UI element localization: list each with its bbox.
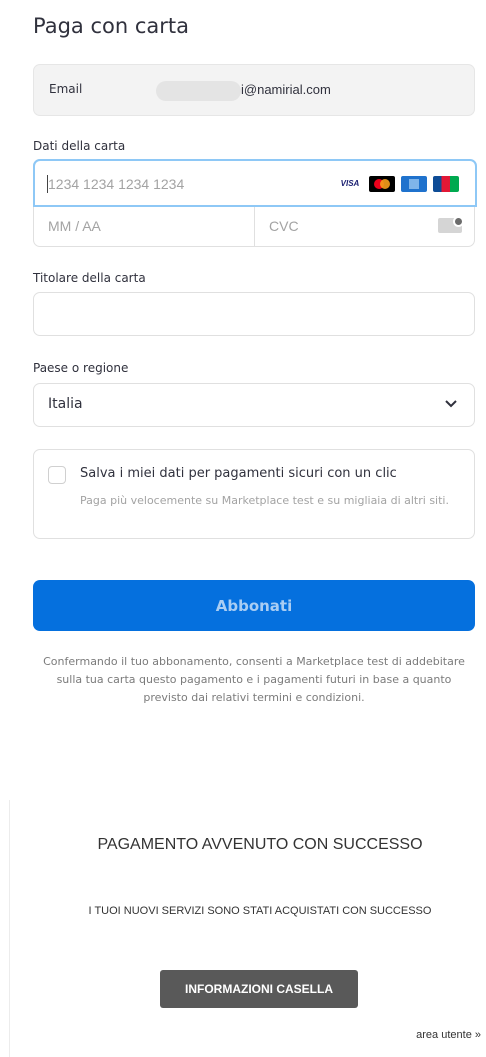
card-details-label: Dati della carta (33, 139, 126, 153)
card-details-box: VISA (33, 159, 477, 247)
amex-icon (401, 176, 427, 192)
card-number-input[interactable] (48, 173, 308, 195)
expiry-input[interactable] (48, 215, 238, 237)
terms-text: Confermando il tuo abbonamento, consenti… (43, 655, 465, 704)
card-field-divider (254, 207, 255, 247)
cvc-input[interactable] (269, 215, 419, 237)
country-label: Paese o regione (33, 361, 129, 375)
country-select[interactable]: Italia (33, 383, 475, 427)
cardholder-label: Titolare della carta (33, 271, 146, 285)
chevron-down-icon (445, 400, 457, 408)
email-label: Email (49, 82, 83, 96)
success-message: I TUOI NUOVI SERVIZI SONO STATI ACQUISTA… (88, 905, 432, 917)
email-value: i@namirial.com (241, 82, 331, 97)
cvc-card-icon (438, 216, 464, 233)
mastercard-icon (369, 176, 395, 192)
save-details-description: Paga più velocemente su Marketplace test… (80, 494, 449, 507)
save-details-option: Salva i miei dati per pagamenti sicuri c… (33, 449, 475, 539)
cardholder-input[interactable] (48, 304, 458, 326)
mailbox-info-button[interactable]: INFORMAZIONI CASELLA (160, 970, 358, 1008)
country-selected-value: Italia (48, 396, 83, 412)
email-field: Email i@namirial.com (33, 64, 475, 116)
card-number-field[interactable]: VISA (33, 159, 477, 207)
save-details-title: Salva i miei dati per pagamenti sicuri c… (80, 466, 397, 481)
user-area-link[interactable]: area utente » (416, 1029, 481, 1041)
page-title: Paga con carta (33, 14, 189, 38)
jcb-icon (433, 176, 459, 192)
save-details-checkbox[interactable] (48, 466, 66, 484)
success-title: PAGAMENTO AVVENUTO CON SUCCESSO (97, 836, 423, 853)
cardholder-field[interactable] (33, 292, 475, 336)
email-redaction (156, 81, 241, 101)
visa-icon: VISA (337, 176, 363, 192)
subscribe-button[interactable]: Abbonati (33, 580, 475, 631)
